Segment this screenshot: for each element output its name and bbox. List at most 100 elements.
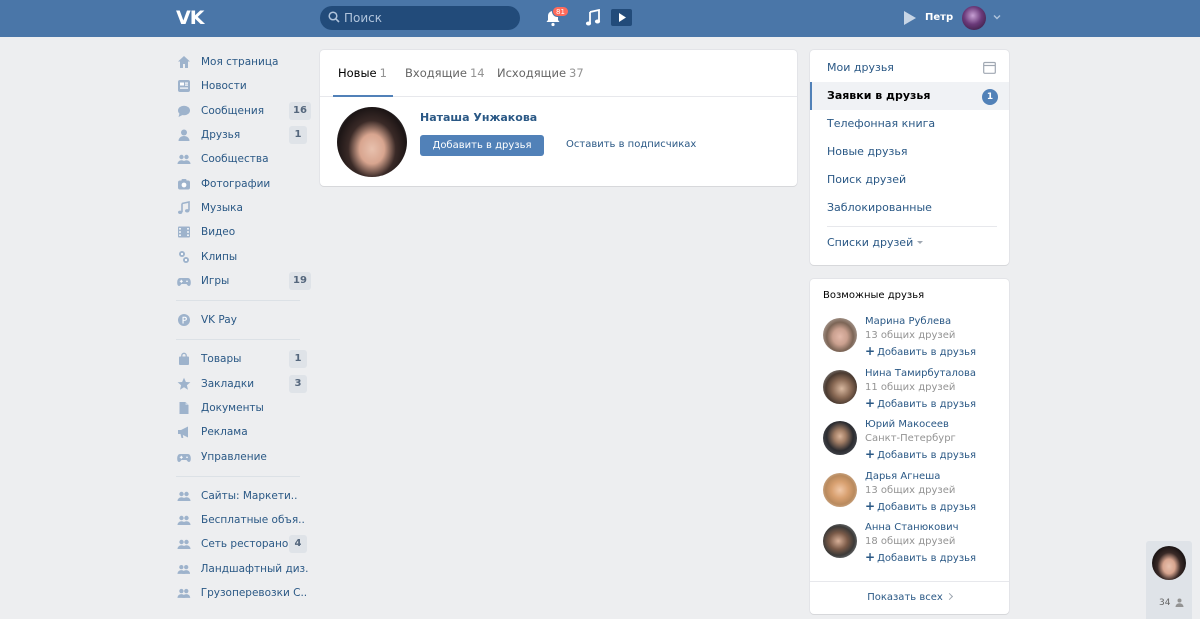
sidebar-item-label: Сообщества (201, 153, 269, 166)
add-label: Добавить в друзья (877, 502, 977, 513)
sidebar-item-group-restaurants[interactable]: Сеть ресторано... 4 (176, 532, 308, 556)
friend-subtitle[interactable]: 13 общих друзей (865, 485, 955, 496)
avatar[interactable] (823, 421, 857, 455)
menu-find-friends[interactable]: Поиск друзей (810, 166, 1009, 194)
friend-subtitle[interactable]: 18 общих друзей (865, 536, 955, 547)
sidebar-item-group-sites[interactable]: Сайты: Маркети.. (176, 484, 308, 508)
plus-icon: + (865, 550, 876, 564)
friend-subtitle[interactable]: 11 общих друзей (865, 382, 955, 393)
friends-menu: Мои друзья Заявки в друзья 1 Телефонная к… (810, 50, 1009, 265)
sidebar-item-label: Документы (201, 402, 264, 414)
divider (810, 581, 1009, 582)
user-name[interactable]: Петр (925, 12, 953, 23)
tab-incoming[interactable]: Входящие 14 (405, 66, 485, 80)
avatar[interactable] (823, 524, 857, 558)
bag-icon (179, 353, 189, 366)
divider (176, 299, 300, 301)
sidebar-item-label: Сайты: Маркети.. (201, 489, 298, 502)
sidebar-item-my-page[interactable]: Моя страница (176, 50, 308, 74)
friend-subtitle[interactable]: 13 общих друзей (865, 330, 955, 341)
sidebar-item-messages[interactable]: Сообщения 16 (176, 99, 311, 123)
sidebar-item-photos[interactable]: Фотографии (176, 171, 308, 195)
sidebar-item-music[interactable]: Музыка (176, 196, 308, 220)
menu-new-friends[interactable]: Новые друзья (810, 138, 1009, 166)
request-name[interactable]: Наташа Унжакова (420, 111, 537, 124)
tab-new[interactable]: Новые 1 (338, 66, 387, 80)
add-friend-link[interactable]: + Добавить в друзья (865, 499, 976, 513)
request-avatar[interactable] (337, 107, 407, 177)
friend-name[interactable]: Марина Рублева (865, 316, 951, 327)
sidebar-item-goods[interactable]: Товары 1 (176, 347, 308, 371)
messages-icon (178, 105, 190, 117)
list-item: Дарья Агнеша 13 общих друзей + Добавить в… (810, 471, 1009, 519)
tab-label: Входящие (405, 66, 467, 80)
friend-name[interactable]: Нина Тамирбуталова (865, 368, 976, 379)
sidebar-item-clips[interactable]: Клипы (176, 244, 308, 268)
avatar[interactable] (962, 6, 986, 30)
music-icon[interactable] (585, 9, 601, 27)
active-tab-indicator (333, 95, 393, 97)
possible-friends-panel: Возможные друзья Марина Рублева 13 общих… (810, 279, 1009, 614)
document-icon (179, 402, 189, 414)
sidebar-item-group-free-ads[interactable]: Бесплатные объя.. (176, 508, 308, 532)
chat-avatar[interactable] (1152, 546, 1186, 580)
music-icon (178, 200, 190, 214)
tab-label: Исходящие (497, 66, 567, 80)
sidebar-item-group-landscape[interactable]: Ландшафтный диз.. (176, 557, 308, 581)
search-input[interactable]: Поиск (320, 6, 520, 30)
chevron-right-icon (945, 592, 953, 601)
show-all-link[interactable]: Показать всех (810, 592, 1009, 603)
friends-icon (178, 129, 190, 142)
requests-tabs: Новые 1 Входящие 14 Исходящие 37 (320, 50, 797, 97)
video-player-icon[interactable] (611, 9, 632, 26)
friend-lists-dropdown[interactable]: Списки друзей (827, 236, 924, 249)
sidebar-item-friends[interactable]: Друзья 1 (176, 123, 308, 147)
sidebar-item-label: Видео (201, 226, 236, 239)
add-friend-link[interactable]: + Добавить в друзья (865, 447, 976, 461)
sidebar-item-video[interactable]: Видео (176, 220, 308, 244)
friend-name[interactable]: Юрий Макосеев (865, 419, 949, 430)
add-friend-link[interactable]: + Добавить в друзья (865, 550, 976, 564)
sidebar-item-label: Моя страница (201, 56, 279, 69)
sidebar-item-groups[interactable]: Сообщества (176, 147, 308, 171)
menu-phone-book[interactable]: Телефонная книга (810, 110, 1009, 138)
group-icon (177, 540, 191, 550)
avatar[interactable] (823, 318, 857, 352)
menu-blocked[interactable]: Заблокированные (810, 194, 1009, 222)
sidebar-item-label: Клипы (201, 250, 238, 263)
clips-icon (179, 250, 189, 263)
menu-friend-requests[interactable]: Заявки в друзья 1 (810, 82, 1009, 110)
play-icon[interactable] (903, 10, 917, 26)
tab-outgoing[interactable]: Исходящие 37 (497, 66, 584, 80)
list-item: Анна Станюкович 18 общих друзей + Добавит… (810, 522, 1009, 570)
sidebar-item-bookmarks[interactable]: Закладки 3 (176, 372, 308, 396)
menu-label: Заявки в друзья (827, 89, 931, 102)
requests-badge: 1 (982, 89, 998, 105)
menu-my-friends[interactable]: Мои друзья (810, 54, 1009, 82)
chevron-down-icon[interactable] (992, 12, 1002, 22)
add-friend-link[interactable]: + Добавить в друзья (865, 344, 976, 358)
person-icon (1175, 598, 1184, 607)
chat-widget[interactable]: 34 (1146, 541, 1192, 619)
friend-subtitle[interactable]: Санкт-Петербург (865, 433, 956, 444)
sidebar-item-group-cargo[interactable]: Грузоперевозки С... (176, 581, 308, 605)
keep-as-follower-button[interactable]: Оставить в подписчиках (566, 139, 696, 150)
sidebar-item-label: VK Pay (201, 314, 237, 327)
sidebar-item-documents[interactable]: Документы (176, 396, 308, 420)
sidebar-item-vkpay[interactable]: VK Pay (176, 308, 308, 332)
avatar[interactable] (823, 473, 857, 507)
avatar[interactable] (823, 370, 857, 404)
friend-name[interactable]: Дарья Агнеша (865, 471, 940, 482)
sidebar-item-games[interactable]: Игры 19 (176, 269, 311, 293)
vk-logo[interactable]: VK (176, 8, 208, 28)
chevron-down-icon (917, 241, 924, 244)
add-friend-button[interactable]: Добавить в друзья (420, 135, 544, 156)
friend-name[interactable]: Анна Станюкович (865, 522, 959, 533)
sidebar-item-ads[interactable]: Реклама (176, 420, 308, 444)
sidebar-item-news[interactable]: Новости (176, 74, 308, 98)
add-friend-link[interactable]: + Добавить в друзья (865, 396, 976, 410)
sidebar-item-management[interactable]: Управление (176, 444, 308, 468)
video-icon (178, 226, 190, 238)
calendar-icon[interactable] (983, 61, 996, 74)
games-icon (177, 277, 191, 286)
